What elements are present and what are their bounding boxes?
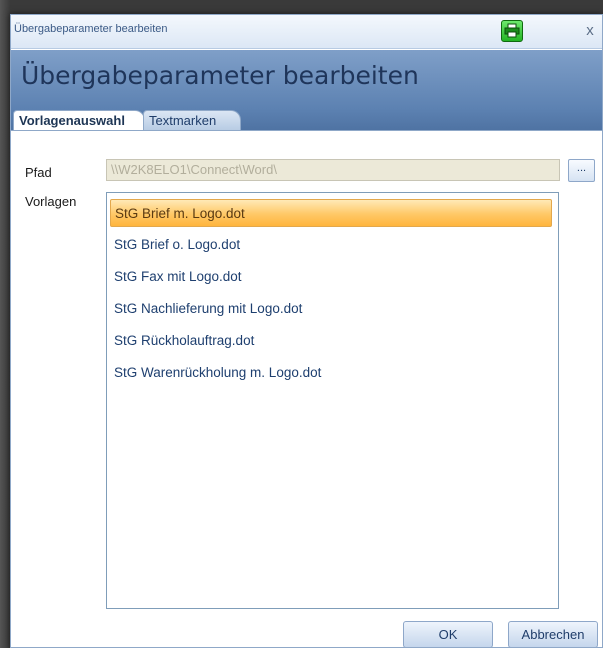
- list-item[interactable]: StG Warenrückholung m. Logo.dot: [110, 359, 552, 387]
- printer-icon[interactable]: [501, 20, 523, 42]
- close-icon[interactable]: x: [581, 21, 599, 41]
- tab-vorlagenauswahl[interactable]: Vorlagenauswahl: [13, 110, 145, 130]
- path-label: Pfad: [25, 165, 52, 180]
- list-item[interactable]: StG Fax mit Logo.dot: [110, 263, 552, 291]
- list-item[interactable]: StG Nachlieferung mit Logo.dot: [110, 295, 552, 323]
- tab-strip: Vorlagenauswahl Textmarken: [11, 108, 602, 130]
- dialog-window: Übergabeparameter bearbeiten x Übergabep…: [10, 14, 603, 648]
- title-bar: Übergabeparameter bearbeiten x: [11, 15, 602, 49]
- background-window-edge: [0, 0, 10, 648]
- cancel-button[interactable]: Abbrechen: [508, 621, 598, 647]
- browse-button[interactable]: ...: [568, 159, 595, 182]
- list-item[interactable]: StG Brief o. Logo.dot: [110, 231, 552, 259]
- tab-content: Pfad \\W2K8ELO1\Connect\Word\ ... Vorlag…: [11, 130, 602, 647]
- list-item[interactable]: StG Brief m. Logo.dot: [110, 199, 552, 227]
- window-title: Übergabeparameter bearbeiten: [14, 23, 168, 35]
- page-title: Übergabeparameter bearbeiten: [21, 61, 419, 90]
- path-field[interactable]: \\W2K8ELO1\Connect\Word\: [106, 159, 560, 181]
- list-item[interactable]: StG Rückholauftrag.dot: [110, 327, 552, 355]
- tab-textmarken[interactable]: Textmarken: [143, 110, 241, 130]
- template-list[interactable]: StG Brief m. Logo.dot StG Brief o. Logo.…: [106, 192, 559, 609]
- ok-button[interactable]: OK: [403, 621, 493, 647]
- header-band: Übergabeparameter bearbeiten: [11, 50, 602, 108]
- templates-label: Vorlagen: [25, 194, 77, 209]
